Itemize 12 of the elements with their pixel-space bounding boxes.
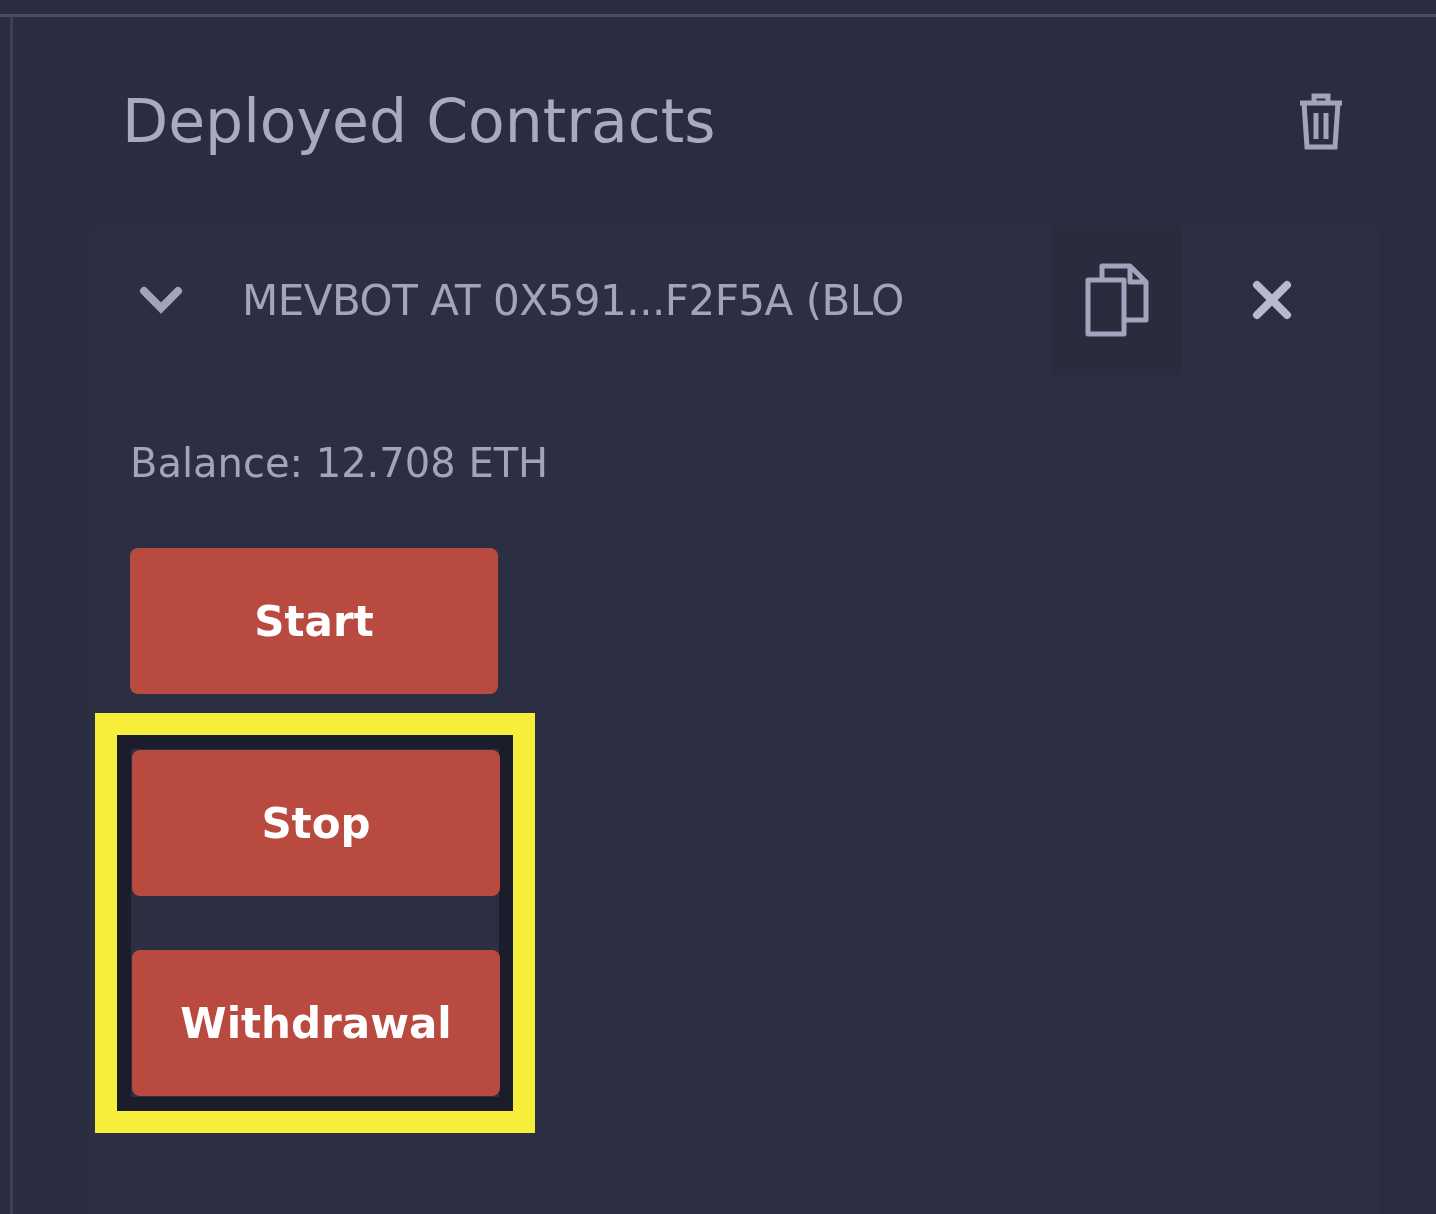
- close-icon: [1252, 280, 1292, 320]
- chevron-button[interactable]: [138, 285, 184, 315]
- copy-icon: [1084, 262, 1150, 338]
- function-button[interactable]: Withdrawal: [132, 950, 500, 1096]
- copy-button[interactable]: [1052, 225, 1182, 375]
- panel-title: Deployed Contracts: [122, 85, 716, 157]
- function-button[interactable]: Stop: [132, 750, 500, 896]
- balance-text: Balance: 12.708 ETH: [130, 440, 549, 486]
- chevron-icon: [138, 285, 184, 315]
- close-button[interactable]: [1252, 280, 1292, 320]
- function-button[interactable]: Start: [130, 548, 498, 694]
- contract-name: MEVBOT AT 0X591...F2F5A (BLO: [242, 275, 905, 325]
